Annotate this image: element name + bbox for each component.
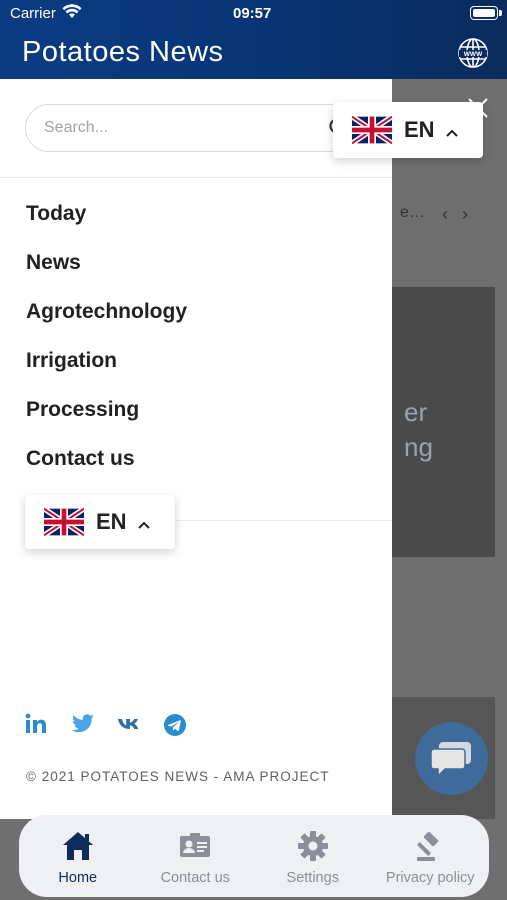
- clock: 09:57: [233, 5, 272, 22]
- chevron-up-icon: [445, 125, 459, 137]
- battery-icon: [470, 6, 502, 20]
- language-code: EN: [404, 117, 435, 142]
- linkedin-icon[interactable]: [25, 713, 49, 735]
- tab-label: Privacy policy: [385, 870, 475, 886]
- menu-item-contact-us[interactable]: Contact us: [26, 447, 187, 496]
- globe-www-icon[interactable]: WWW: [456, 36, 490, 70]
- wifi-icon: [62, 4, 82, 24]
- chevron-up-icon: [137, 517, 151, 529]
- copyright-text: © 2021 POTATOES NEWS - AMA PROJECT: [26, 769, 330, 784]
- chat-bubble-icon: [431, 742, 471, 778]
- menu-item-today[interactable]: Today: [26, 202, 187, 251]
- menu-item-processing[interactable]: Processing: [26, 398, 187, 447]
- twitter-icon[interactable]: [71, 713, 95, 735]
- home-icon: [61, 830, 95, 862]
- app-header: Carrier 09:57 Potatoes News WWW: [0, 0, 507, 79]
- page-title: Potatoes News: [22, 36, 224, 68]
- tab-privacy-policy[interactable]: Privacy policy: [372, 815, 490, 897]
- search-input[interactable]: [25, 104, 365, 152]
- tab-contact-us[interactable]: Contact us: [137, 815, 255, 897]
- social-links: [25, 713, 187, 736]
- contact-card-icon: [178, 830, 212, 862]
- language-selector[interactable]: EN: [25, 495, 175, 549]
- status-bar: Carrier 09:57: [0, 0, 507, 28]
- carousel-arrows: ‹›: [442, 204, 482, 224]
- background-text-line: ng: [404, 432, 433, 462]
- header-language-selector[interactable]: EN: [333, 102, 483, 158]
- gear-icon: [296, 830, 330, 862]
- tab-label: Contact us: [160, 870, 230, 886]
- uk-flag-icon: [44, 508, 84, 536]
- uk-flag-icon: [352, 116, 392, 144]
- menu-item-news[interactable]: News: [26, 251, 187, 300]
- background-text-line: er: [404, 397, 428, 427]
- background-title-fragment: e…: [400, 204, 425, 221]
- tab-settings[interactable]: Settings: [254, 815, 372, 897]
- carrier-label: Carrier: [10, 5, 56, 22]
- chat-button[interactable]: [415, 722, 488, 795]
- language-code: EN: [96, 509, 127, 534]
- drawer-menu: Today News Agrotechnology Irrigation Pro…: [26, 202, 187, 496]
- background-overlay[interactable]: e… ‹› er ng: [392, 79, 507, 819]
- tab-label: Home: [58, 870, 98, 886]
- telegram-icon[interactable]: [163, 713, 187, 736]
- menu-item-agrotechnology[interactable]: Agrotechnology: [26, 300, 187, 349]
- bottom-tab-bar: Home Contact us Settings Privacy policy: [19, 815, 489, 897]
- vk-icon[interactable]: [117, 713, 141, 735]
- tab-label: Settings: [286, 870, 339, 886]
- background-article-card: er ng: [392, 287, 495, 557]
- menu-item-irrigation[interactable]: Irrigation: [26, 349, 187, 398]
- tab-home[interactable]: Home: [19, 815, 137, 897]
- gavel-icon: [413, 830, 447, 862]
- divider: [0, 177, 392, 178]
- svg-text:WWW: WWW: [464, 51, 483, 58]
- side-drawer: Today News Agrotechnology Irrigation Pro…: [0, 79, 392, 819]
